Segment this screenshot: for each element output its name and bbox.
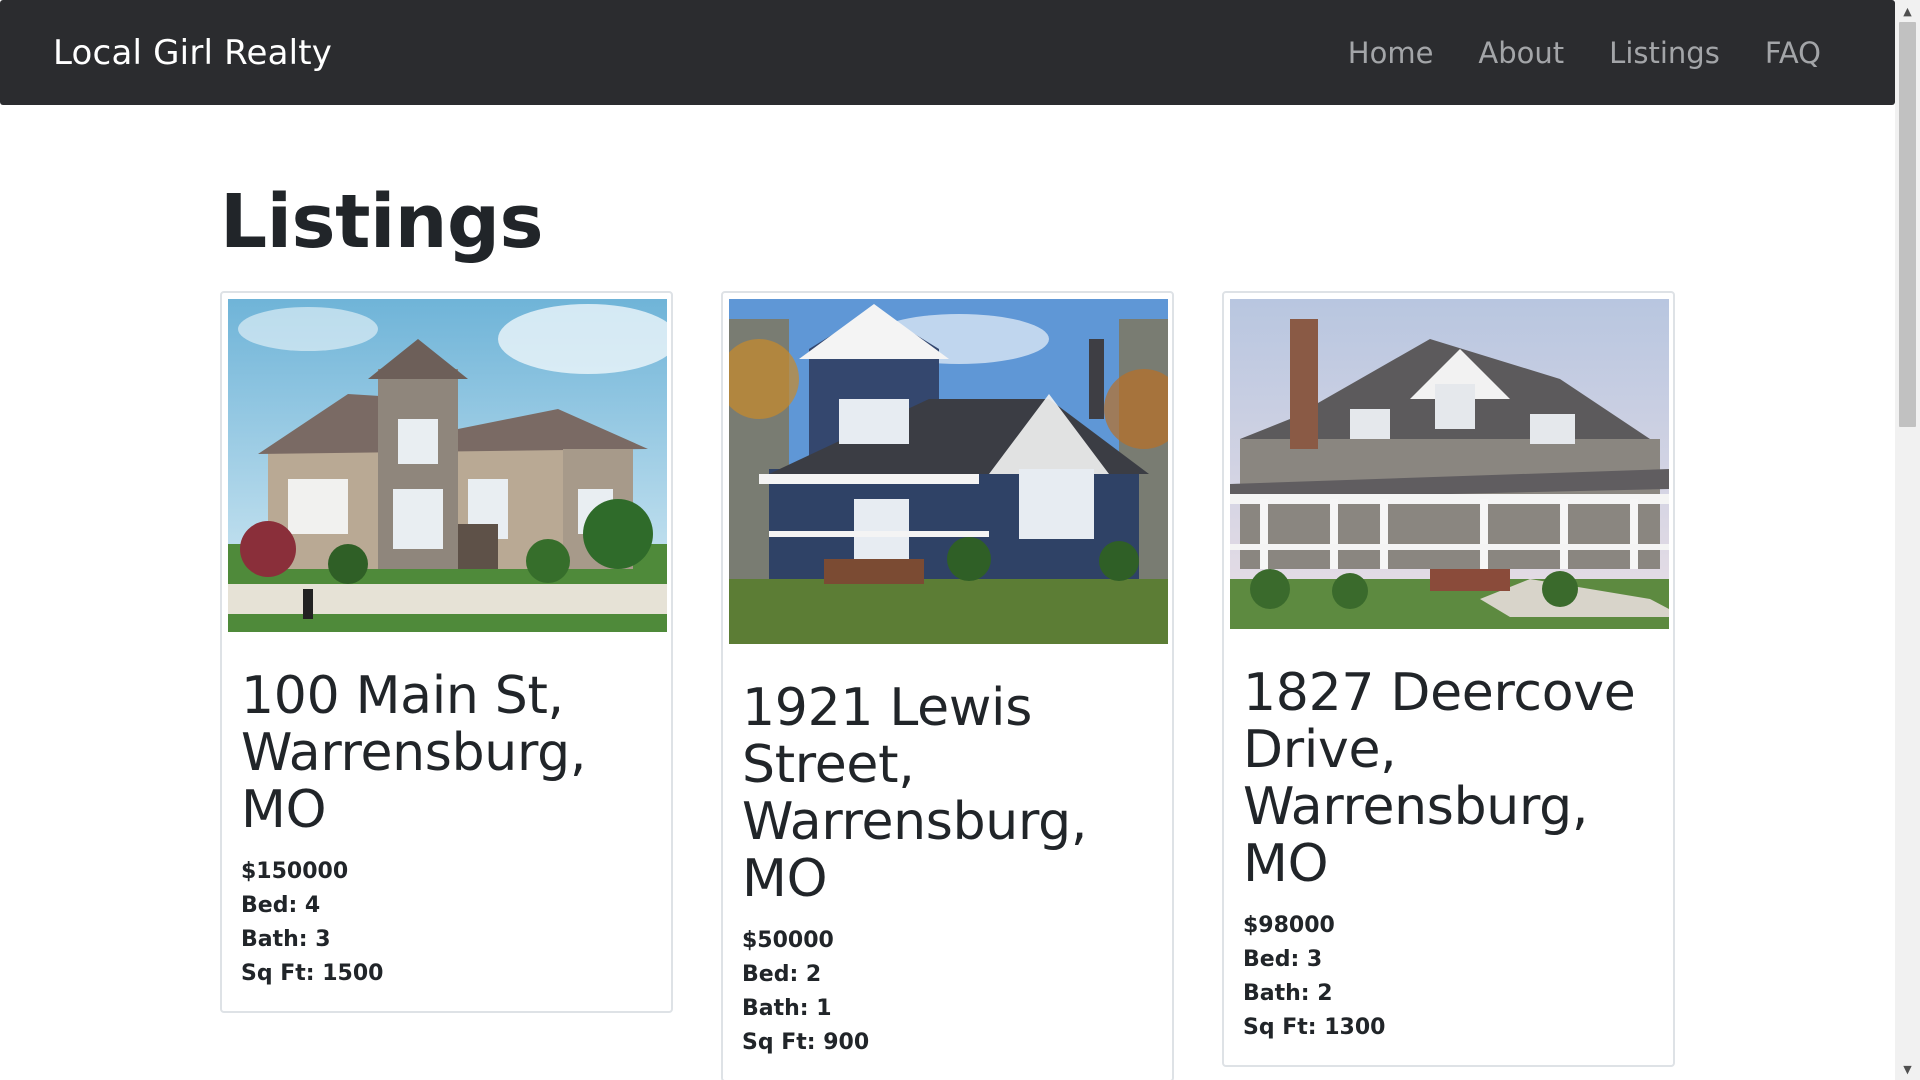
top-navbar: Local Girl Realty Home About Listings FA… xyxy=(0,0,1895,105)
listing-cards: 100 Main St, Warrensburg, MO $150000 Bed… xyxy=(220,291,1675,1080)
listing-card[interactable]: 1827 Deercove Drive, Warrensburg, MO $98… xyxy=(1222,291,1675,1067)
card-body: 1921 Lewis Street, Warrensburg, MO $5000… xyxy=(729,644,1166,1080)
brand-link[interactable]: Local Girl Realty xyxy=(53,33,332,73)
scroll-up-arrow-icon[interactable]: ▲ xyxy=(1895,0,1920,22)
card-body: 1827 Deercove Drive, Warrensburg, MO $98… xyxy=(1230,629,1667,1065)
listing-address: 1921 Lewis Street, Warrensburg, MO xyxy=(742,678,1088,909)
listing-bed: Bed: 2 xyxy=(742,962,822,987)
listing-sqft: Sq Ft: 1300 xyxy=(1243,1015,1386,1040)
house-photo-farmhouse-porch xyxy=(1230,299,1669,629)
listing-sqft: Sq Ft: 900 xyxy=(742,1030,870,1055)
listing-bath: Bath: 3 xyxy=(241,927,331,952)
scrollbar-thumb[interactable] xyxy=(1899,22,1916,427)
page-title: Listings xyxy=(220,179,544,265)
listing-card[interactable]: 100 Main St, Warrensburg, MO $150000 Bed… xyxy=(220,291,673,1013)
listing-bed: Bed: 4 xyxy=(241,893,321,918)
listing-address: 100 Main St, Warrensburg, MO xyxy=(241,666,587,840)
vertical-scrollbar[interactable]: ▲ ▼ xyxy=(1895,0,1920,1080)
listing-sqft: Sq Ft: 1500 xyxy=(241,961,384,986)
listing-card[interactable]: 1921 Lewis Street, Warrensburg, MO $5000… xyxy=(721,291,1174,1080)
listing-bath: Bath: 2 xyxy=(1243,981,1333,1006)
main-content: Listings 100 Main St, Warrensburg, MO $1… xyxy=(220,105,1675,1080)
nav-link-faq[interactable]: FAQ xyxy=(1765,36,1821,70)
house-photo-blue-cottage xyxy=(729,299,1168,644)
nav-link-about[interactable]: About xyxy=(1478,36,1564,70)
listing-address: 1827 Deercove Drive, Warrensburg, MO xyxy=(1243,663,1636,894)
nav-links: Home About Listings FAQ xyxy=(1348,36,1821,70)
house-image-2 xyxy=(729,299,1168,644)
listing-bath: Bath: 1 xyxy=(742,996,832,1021)
scroll-down-arrow-icon[interactable]: ▼ xyxy=(1895,1058,1920,1080)
listing-price: $150000 xyxy=(241,859,349,884)
house-photo-stone-two-story xyxy=(228,299,667,632)
house-image-3 xyxy=(1230,299,1669,629)
listing-price: $98000 xyxy=(1243,913,1335,938)
card-body: 100 Main St, Warrensburg, MO $150000 Bed… xyxy=(228,632,665,1011)
nav-link-home[interactable]: Home xyxy=(1348,36,1434,70)
house-image-1 xyxy=(228,299,667,632)
listing-price: $50000 xyxy=(742,928,834,953)
nav-link-listings[interactable]: Listings xyxy=(1609,36,1720,70)
listing-bed: Bed: 3 xyxy=(1243,947,1323,972)
